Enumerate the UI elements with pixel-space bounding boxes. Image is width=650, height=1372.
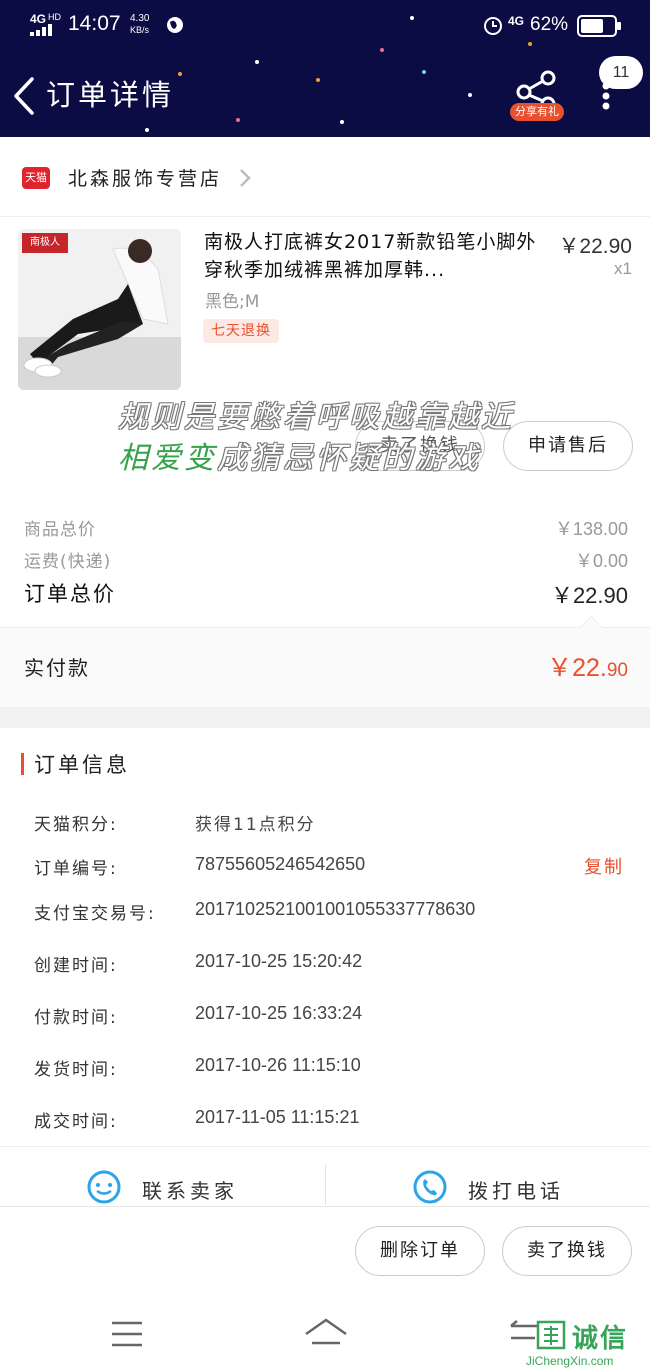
- order-total-label: 订单总价: [24, 582, 116, 606]
- product-price: ￥22.90: [558, 235, 632, 258]
- contact-seller-label: 联系卖家: [142, 1179, 238, 1203]
- goods-total-label: 商品总价: [24, 520, 96, 540]
- phone-icon: [413, 1170, 447, 1204]
- lyrics-overlay: 规则是要憋着呼吸越靠越近 相爱变成猜忌怀疑的游戏: [118, 397, 514, 479]
- clock: 14:07: [68, 12, 121, 35]
- signal-icon: [30, 24, 52, 36]
- tmall-icon: 天猫: [22, 167, 50, 189]
- back-arrow-icon[interactable]: [10, 76, 38, 116]
- lyrics-line-1: 规则是要憋着呼吸越靠越近: [118, 400, 514, 435]
- star-decoration: [236, 118, 240, 122]
- star-decoration: [255, 60, 259, 64]
- star-decoration: [468, 93, 472, 97]
- menu-icon[interactable]: [110, 1320, 144, 1348]
- info-value-completed: 2017-11-05 11:15:21: [195, 1107, 360, 1127]
- product-spec: 黑色;M: [205, 292, 260, 312]
- info-value-created: 2017-10-25 15:20:42: [195, 951, 363, 971]
- page-title: 订单详情: [46, 78, 175, 112]
- info-label-shipped: 发货时间:: [34, 1060, 118, 1080]
- order-info-section: 订单信息 天猫积分: 获得11点积分 订单编号: 787556052465426…: [0, 728, 650, 1146]
- star-decoration: [145, 128, 149, 132]
- share-reward-label[interactable]: 分享有礼: [510, 103, 564, 121]
- order-info-title: 订单信息: [34, 753, 130, 777]
- paid-amount-value: ￥22.90: [547, 648, 628, 684]
- shipping-label: 运费(快递): [24, 552, 112, 572]
- lyrics-line-2: 相爱变成猜忌怀疑的游戏: [118, 438, 514, 479]
- status-bar: 4G HD 14:07 4.30 KB/s 4G 62%: [0, 0, 650, 52]
- contact-seller-button[interactable]: 联系卖家: [86, 1169, 256, 1209]
- copy-button[interactable]: 复制: [584, 853, 624, 879]
- app-header: 4G HD 14:07 4.30 KB/s 4G 62% 订单详情 分享有礼 1…: [0, 0, 650, 137]
- contact-row: 联系卖家 拨打电话: [0, 1146, 650, 1206]
- paid-amount-label: 实付款: [24, 656, 90, 680]
- info-value-paid: 2017-10-25 16:33:24: [195, 1003, 363, 1023]
- brand-logo: 南极人: [22, 233, 68, 253]
- network-speed: 4.30: [130, 13, 150, 24]
- info-label-completed: 成交时间:: [34, 1112, 118, 1132]
- info-value-shipped: 2017-10-26 11:15:10: [195, 1055, 361, 1075]
- network-type-right: 4G: [508, 14, 525, 28]
- message-count-badge[interactable]: 11: [599, 56, 643, 89]
- call-button[interactable]: 拨打电话: [412, 1169, 582, 1209]
- star-decoration: [178, 72, 182, 76]
- network-hd-label: HD: [48, 12, 61, 22]
- sell-for-cash-button-bottom[interactable]: 卖了换钱: [502, 1226, 632, 1276]
- watermark-text-cn: 诚信: [572, 1324, 629, 1354]
- product-photo: [18, 229, 181, 390]
- paid-amount-cents: 90: [606, 660, 628, 681]
- info-label-alipay-number: 支付宝交易号:: [34, 904, 156, 924]
- goods-total-value: ￥138.00: [554, 519, 628, 539]
- divider: [325, 1165, 326, 1205]
- star-decoration: [316, 78, 320, 82]
- call-label: 拨打电话: [468, 1179, 564, 1203]
- watermark-logo-icon: [536, 1320, 566, 1350]
- section-accent-bar: [21, 753, 24, 775]
- site-watermark: 诚信 JiChengXin.com: [520, 1318, 648, 1370]
- paid-amount-main: ￥22.: [547, 654, 607, 682]
- network-speed-unit: KB/s: [130, 25, 150, 35]
- info-label-created: 创建时间:: [34, 956, 118, 976]
- chat-icon: [87, 1170, 121, 1204]
- product-title[interactable]: 南极人打底裤女2017新款铅笔小脚外穿秋季加绒裤黑裤加厚韩...: [204, 228, 539, 284]
- star-decoration: [340, 120, 344, 124]
- delete-order-button[interactable]: 删除订单: [355, 1226, 485, 1276]
- product-quantity: x1: [614, 259, 632, 278]
- chevron-right-icon: [240, 169, 251, 187]
- after-sale-button[interactable]: 申请售后: [503, 421, 633, 471]
- info-label-points: 天猫积分:: [34, 815, 118, 835]
- shipping-value: ￥0.00: [574, 551, 628, 571]
- info-value-order-number: 78755605246542650: [195, 854, 366, 874]
- alarm-icon: [484, 17, 502, 35]
- info-value-alipay-number: 2017102521001001055337778630: [195, 899, 476, 919]
- shop-name[interactable]: 北森服饰专营店: [68, 164, 222, 191]
- info-label-order-number: 订单编号:: [34, 859, 118, 879]
- lyrics-line-2-rest: 成猜忌怀疑的游戏: [217, 441, 481, 476]
- home-icon[interactable]: [303, 1316, 349, 1348]
- star-decoration: [422, 70, 426, 74]
- product-image[interactable]: 南极人: [18, 229, 181, 390]
- notch-decoration: [579, 615, 603, 639]
- order-total-value: ￥22.90: [550, 583, 628, 608]
- lyrics-highlight: 相爱变: [118, 441, 217, 476]
- globe-icon: [167, 17, 183, 33]
- shop-row[interactable]: 天猫 北森服饰专营店: [0, 137, 650, 217]
- watermark-text-en: JiChengXin.com: [526, 1354, 614, 1368]
- bottom-action-bar: 删除订单 卖了换钱: [0, 1206, 650, 1296]
- battery-percent: 62%: [530, 14, 569, 35]
- info-label-paid: 付款时间:: [34, 1008, 118, 1028]
- return-policy-badge: 七天退换: [203, 319, 279, 343]
- paid-amount-row: 实付款 ￥22.90: [0, 615, 650, 707]
- battery-icon: [577, 15, 621, 37]
- info-value-points: 获得11点积分: [195, 815, 316, 835]
